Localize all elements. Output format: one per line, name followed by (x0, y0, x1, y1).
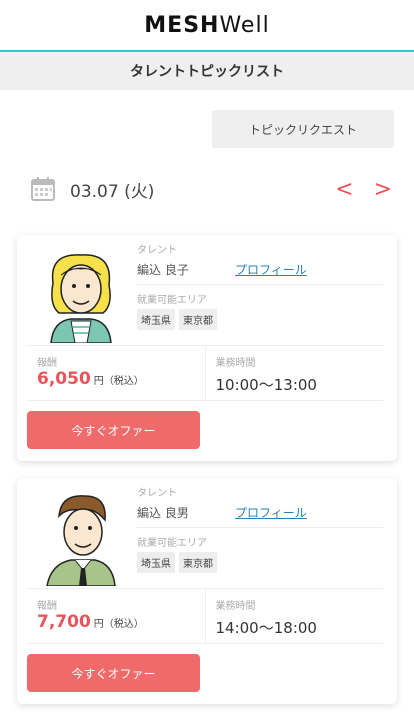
area-chip: 埼玉県 (137, 552, 175, 573)
talent-avatar-female (50, 254, 112, 343)
talent-card: タレント 編込 良子 プロフィール 就業可能エリア 埼玉県 東京都 報酬 6,0… (17, 235, 397, 461)
current-date: 03.07 (火) (70, 181, 155, 202)
profile-link[interactable]: プロフィール (235, 504, 307, 521)
work-time: 14:00～18:00 (215, 619, 317, 637)
topic-request-button[interactable]: トピックリクエスト (212, 110, 394, 148)
fee-value: 7,700 (37, 612, 91, 632)
prev-date-button[interactable]: < (335, 177, 353, 202)
fee-unit: 円（税込） (93, 376, 144, 387)
talent-avatar-male (46, 495, 116, 586)
fee-label: 報酬 (37, 601, 57, 612)
area-chip: 東京都 (179, 309, 217, 330)
time-label: 業務時間 (215, 601, 256, 612)
calendar-icon (31, 177, 55, 201)
work-time: 10:00～13:00 (215, 376, 317, 394)
area-chip: 東京都 (179, 552, 217, 573)
next-date-button[interactable]: > (374, 177, 392, 202)
fee-unit: 円（税込） (93, 619, 144, 630)
date-navigator: 03.07 (火) < > (0, 160, 414, 218)
offer-now-button[interactable]: 今すぐオファー (27, 654, 200, 692)
fee-label: 報酬 (37, 358, 57, 369)
offer-now-button[interactable]: 今すぐオファー (27, 411, 200, 449)
talent-label: タレント (137, 488, 177, 499)
talent-name: 編込 良子 (137, 262, 189, 277)
time-label: 業務時間 (215, 358, 256, 369)
talent-label: タレント (137, 245, 177, 256)
profile-link[interactable]: プロフィール (235, 261, 307, 278)
fee-value: 6,050 (37, 369, 91, 389)
brand-logo: MESHWell (144, 12, 270, 38)
talent-name: 編込 良男 (137, 505, 189, 520)
area-chip: 埼玉県 (137, 309, 175, 330)
page-title: タレントトピックリスト (0, 52, 414, 90)
area-label: 就業可能エリア (137, 538, 207, 549)
area-label: 就業可能エリア (137, 295, 207, 306)
app-header: MESHWell (0, 0, 414, 52)
talent-card: タレント 編込 良男 プロフィール 就業可能エリア 埼玉県 東京都 報酬 7,7… (17, 478, 397, 704)
